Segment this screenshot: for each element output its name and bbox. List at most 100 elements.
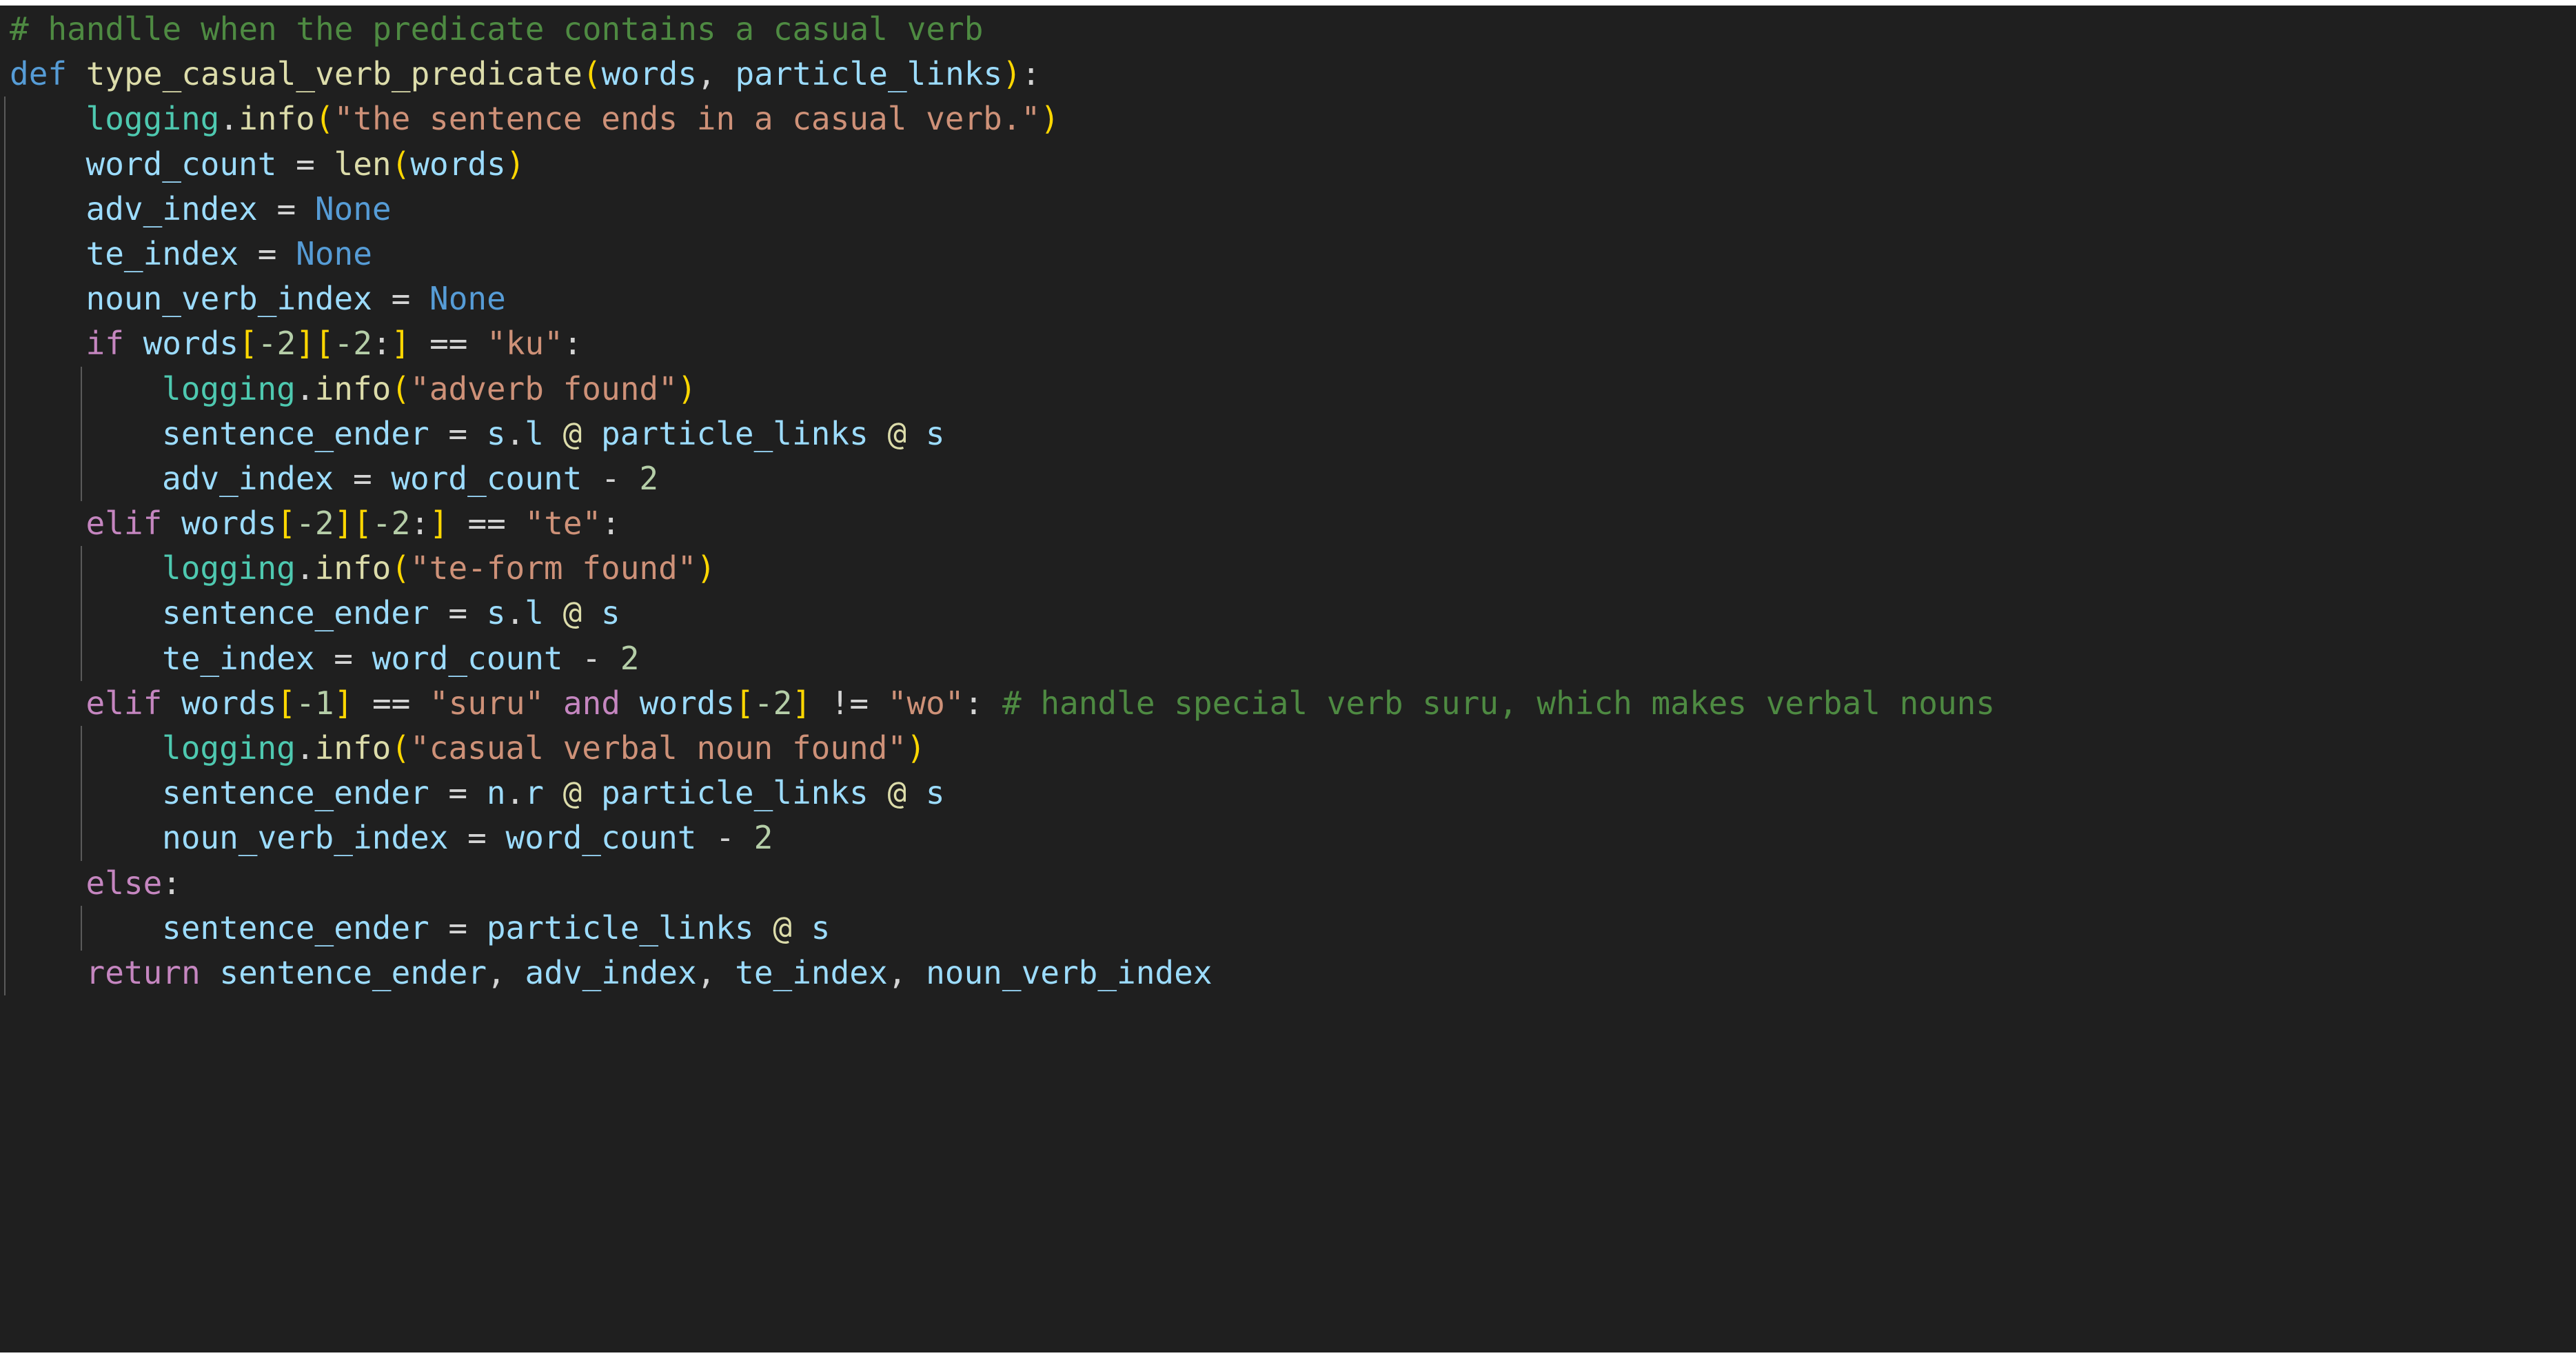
code-line[interactable]: logging.info("the sentence ends in a cas… [10, 97, 2576, 141]
token-kw: and [562, 684, 621, 722]
code-line[interactable]: sentence_ender = s.l @ s [10, 591, 2576, 636]
token-var: adv_index [162, 459, 334, 497]
token-at: @ [562, 774, 582, 812]
token-op: = [448, 819, 506, 857]
token-str: "te-form found" [410, 549, 697, 587]
token-var: adv_index [525, 953, 697, 991]
indent-guide [80, 366, 82, 502]
code-line[interactable]: elif words[-2][-2:] == "te": [10, 501, 2576, 546]
token-def: def [10, 55, 68, 93]
token-plain: : [410, 505, 430, 543]
token-str: "casual verbal noun found" [410, 729, 907, 767]
token-br1: [ [276, 505, 296, 543]
code-line[interactable]: te_index = None [10, 232, 2576, 276]
token-var: words [181, 684, 277, 722]
token-br1: ) [696, 549, 716, 587]
token-var: sentence_ender [162, 909, 429, 946]
token-plain: . [295, 369, 315, 407]
token-plain: . [295, 729, 315, 767]
token-fn: info [314, 729, 392, 767]
token-mod: logging [162, 549, 296, 587]
code-line[interactable]: word_count = len(words) [10, 142, 2576, 187]
code-line[interactable]: return sentence_ender, adv_index, te_ind… [10, 951, 2576, 995]
token-str: "the sentence ends in a casual verb." [334, 100, 1041, 138]
code-line[interactable]: logging.info("adverb found") [10, 367, 2576, 412]
token-str: "suru" [429, 684, 545, 722]
indent-guide [80, 546, 82, 681]
token-op: - [696, 819, 754, 857]
token-var: word_count [85, 145, 277, 183]
code-line[interactable]: te_index = word_count - 2 [10, 636, 2576, 681]
token-op: = [429, 909, 487, 946]
code-line[interactable]: noun_verb_index = word_count - 2 [10, 815, 2576, 860]
token-num: -2 [334, 325, 372, 363]
token-op: = [314, 639, 372, 677]
token-var: words [601, 55, 698, 93]
token-kw: if [85, 325, 124, 363]
token-plain: , [696, 953, 736, 991]
token-op: == [353, 684, 430, 722]
token-var: s [601, 594, 620, 632]
code-line[interactable]: elif words[-1] == "suru" and words[-2] !… [10, 681, 2576, 726]
token-plain: : [162, 864, 181, 902]
token-com: # handlle when the predicate contains a … [10, 10, 984, 48]
token-mod: logging [85, 100, 220, 138]
token-fn: type_casual_verb_predicate [85, 55, 582, 93]
token-var: noun_verb_index [162, 819, 449, 857]
token-var: s [925, 774, 945, 812]
token-var: sentence_ender [162, 414, 429, 452]
code-line[interactable]: sentence_ender = n.r @ particle_links @ … [10, 771, 2576, 815]
code-line[interactable]: logging.info("casual verbal noun found") [10, 726, 2576, 771]
token-br1: ) [677, 369, 697, 407]
token-br1: [ [353, 505, 372, 543]
token-var: sentence_ender [162, 594, 429, 632]
token-var: sentence_ender [162, 774, 429, 812]
token-br1: [ [735, 684, 754, 722]
code-line[interactable]: sentence_ender = s.l @ particle_links @ … [10, 412, 2576, 456]
code-line[interactable]: adv_index = word_count - 2 [10, 456, 2576, 501]
token-at: @ [887, 414, 907, 452]
token-op: - [562, 639, 620, 677]
token-mod: logging [162, 729, 296, 767]
token-plain: : [964, 684, 1002, 722]
token-br1: ] [334, 505, 354, 543]
token-plain: : [562, 325, 582, 363]
token-var: sentence_ender [219, 953, 487, 991]
token-op: = [429, 594, 487, 632]
indent-guide [80, 906, 82, 951]
token-br1: ] [334, 684, 354, 722]
token-num: -2 [296, 505, 334, 543]
code-line[interactable]: else: [10, 861, 2576, 906]
code-line[interactable]: logging.info("te-form found") [10, 546, 2576, 591]
code-line[interactable]: def type_casual_verb_predicate(words, pa… [10, 52, 2576, 97]
code-line[interactable]: sentence_ender = particle_links @ s [10, 906, 2576, 951]
token-kw: elif [85, 684, 163, 722]
token-const: None [314, 190, 392, 227]
token-br1: [ [239, 325, 258, 363]
token-at: @ [562, 414, 582, 452]
token-br1: ( [391, 549, 411, 587]
token-br1: [ [314, 325, 334, 363]
token-br1: ] [296, 325, 315, 363]
token-str: "ku" [487, 325, 563, 363]
token-plain: , [487, 953, 525, 991]
token-var: r [525, 774, 544, 812]
token-op: = [429, 414, 487, 452]
code-lines-container[interactable]: # handlle when the predicate contains a … [0, 6, 2576, 996]
token-br1: ] [391, 325, 411, 363]
code-line[interactable]: noun_verb_index = None [10, 276, 2576, 321]
token-num: 2 [753, 819, 773, 857]
code-line[interactable]: # handlle when the predicate contains a … [10, 7, 2576, 52]
code-line[interactable]: adv_index = None [10, 187, 2576, 232]
code-editor-pane[interactable]: # handlle when the predicate contains a … [0, 6, 2576, 1352]
token-br1: ( [391, 145, 411, 183]
code-line[interactable]: if words[-2][-2:] == "ku": [10, 321, 2576, 366]
token-at: @ [887, 774, 907, 812]
token-plain: : [372, 325, 392, 363]
